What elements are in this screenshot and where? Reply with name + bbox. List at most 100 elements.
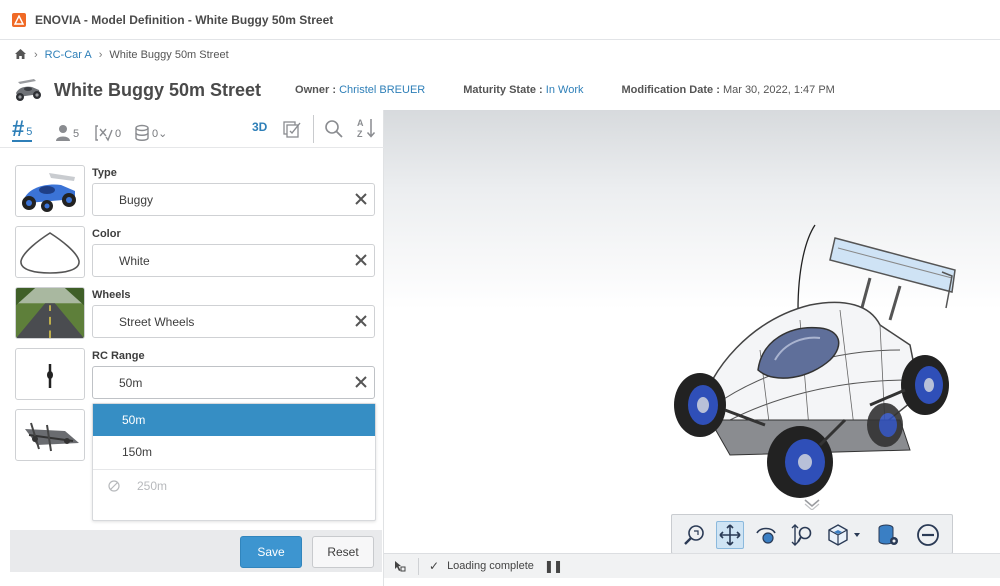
tab-rules[interactable]: 0 bbox=[95, 116, 121, 142]
antenna-image-icon bbox=[47, 364, 53, 388]
breadcrumb: › RC-Car A › White Buggy 50m Street bbox=[14, 46, 229, 64]
wheels-thumbnail[interactable] bbox=[15, 287, 85, 339]
toolbar-divider bbox=[313, 115, 314, 143]
rc-range-field[interactable]: 50m bbox=[92, 366, 375, 399]
color-field[interactable]: White bbox=[92, 244, 375, 277]
wheel-rear-left bbox=[867, 403, 903, 447]
owner-link[interactable]: Christel BREUER bbox=[339, 84, 425, 96]
type-field[interactable]: Buggy bbox=[92, 183, 375, 216]
edit-table-icon[interactable] bbox=[283, 119, 302, 141]
panel-footer: Save Reset bbox=[10, 530, 382, 572]
maturity-state-link[interactable]: In Work bbox=[546, 84, 584, 96]
clear-icon[interactable] bbox=[354, 253, 368, 267]
wheels-value: Street Wheels bbox=[119, 314, 195, 329]
rc-range-dropdown: 50m 150m 250m bbox=[92, 403, 376, 521]
users-count: 5 bbox=[73, 128, 80, 140]
chassis-thumbnail[interactable] bbox=[15, 409, 85, 461]
dropdown-option-150m[interactable]: 150m bbox=[93, 436, 375, 468]
status-message: Loading complete bbox=[447, 560, 534, 572]
rules-count: 0 bbox=[115, 128, 122, 140]
object-header: White Buggy 50m Street Owner : Christel … bbox=[0, 70, 1000, 110]
owner-label: Owner : bbox=[295, 84, 336, 96]
enovia-logo-icon bbox=[12, 12, 26, 27]
dropdown-option-250m: 250m bbox=[93, 470, 375, 502]
zoom-fit-icon[interactable] bbox=[680, 521, 708, 549]
render-settings-icon[interactable] bbox=[874, 521, 902, 549]
status-bar: ✓ Loading complete ❚❚ bbox=[384, 553, 1000, 578]
rc-range-thumbnail[interactable] bbox=[15, 348, 85, 400]
owner-meta: Owner : Christel BREUER bbox=[295, 84, 425, 96]
database-stack-icon bbox=[135, 124, 149, 141]
buggy-icon bbox=[16, 79, 41, 101]
clear-icon[interactable] bbox=[354, 375, 368, 389]
clear-icon[interactable] bbox=[354, 192, 368, 206]
pan-icon[interactable] bbox=[716, 521, 744, 549]
modification-date-meta: Modification Date : Mar 30, 2022, 1:47 P… bbox=[621, 84, 834, 96]
svg-text:Z: Z bbox=[357, 129, 363, 139]
chassis-image-icon bbox=[25, 422, 79, 452]
wheel-front-left bbox=[674, 373, 726, 437]
modification-date-label: Modification Date : bbox=[621, 84, 720, 96]
zoom-icon[interactable] bbox=[788, 521, 816, 549]
disabled-icon bbox=[108, 480, 120, 492]
search-icon[interactable] bbox=[324, 119, 343, 141]
white-shape-icon bbox=[20, 232, 80, 274]
option-disabled-wrapper: 250m bbox=[108, 479, 167, 493]
tab-users[interactable]: 5 bbox=[55, 116, 79, 142]
tab-attributes[interactable]: # 5 bbox=[12, 116, 33, 142]
type-value: Buggy bbox=[119, 192, 154, 207]
wheel-front-right bbox=[767, 426, 833, 498]
title-bar: ENOVIA - Model Definition - White Buggy … bbox=[0, 0, 1000, 40]
attributes-count: 5 bbox=[26, 126, 33, 138]
wheel-rear-right bbox=[901, 355, 949, 415]
check-icon: ✓ bbox=[429, 559, 440, 573]
select-cursor-icon[interactable] bbox=[394, 560, 406, 572]
wheels-label: Wheels bbox=[92, 289, 131, 301]
chevron-down-icon[interactable] bbox=[802, 498, 822, 510]
view-cube-icon[interactable] bbox=[824, 521, 852, 549]
modification-date-value: Mar 30, 2022, 1:47 PM bbox=[722, 84, 835, 96]
maturity-meta: Maturity State : In Work bbox=[463, 84, 583, 96]
save-button[interactable]: Save bbox=[240, 536, 302, 568]
panel-toolbar: # 5 5 0 0 ⌄ 3D AZ bbox=[0, 110, 384, 148]
breadcrumb-separator-icon: › bbox=[34, 49, 38, 61]
maturity-label: Maturity State : bbox=[463, 84, 543, 96]
rotate-icon[interactable] bbox=[752, 521, 780, 549]
3d-viewer[interactable] bbox=[384, 110, 1000, 553]
home-icon[interactable] bbox=[14, 48, 27, 63]
viewer-toolbar bbox=[671, 514, 953, 553]
type-label: Type bbox=[92, 167, 117, 179]
rc-range-label: RC Range bbox=[92, 350, 145, 362]
status-divider bbox=[418, 557, 419, 575]
window-title: ENOVIA - Model Definition - White Buggy … bbox=[35, 12, 334, 27]
color-thumbnail[interactable] bbox=[15, 226, 85, 278]
rc-range-value: 50m bbox=[119, 375, 143, 390]
buggy-image-icon bbox=[22, 173, 76, 212]
svg-text:A: A bbox=[357, 118, 364, 128]
option-label: 50m bbox=[122, 413, 146, 427]
breadcrumb-separator-icon: › bbox=[98, 49, 103, 61]
option-label: 150m bbox=[122, 445, 153, 459]
wheels-field[interactable]: Street Wheels bbox=[92, 305, 375, 338]
chevron-down-icon: ⌄ bbox=[158, 128, 168, 140]
view-3d-button[interactable]: 3D bbox=[252, 120, 267, 134]
reset-button[interactable]: Reset bbox=[312, 536, 374, 568]
buggy-3d-model bbox=[674, 224, 956, 498]
rules-icon bbox=[95, 125, 113, 142]
clear-icon[interactable] bbox=[354, 314, 368, 328]
page-title: White Buggy 50m Street bbox=[54, 79, 262, 100]
street-image-icon bbox=[16, 288, 84, 338]
option-label: 250m bbox=[137, 479, 168, 493]
sort-az-icon[interactable]: AZ bbox=[356, 117, 376, 142]
type-thumbnail[interactable] bbox=[15, 165, 85, 217]
view-dropdown-arrow-icon[interactable] bbox=[852, 521, 862, 549]
color-value: White bbox=[119, 253, 150, 268]
tab-stack[interactable]: 0 ⌄ bbox=[134, 116, 167, 142]
color-label: Color bbox=[92, 228, 121, 240]
breadcrumb-link-rc-car-a[interactable]: RC-Car A bbox=[45, 49, 92, 61]
dropdown-option-50m[interactable]: 50m bbox=[93, 404, 375, 436]
user-icon bbox=[56, 125, 70, 141]
minus-circle-icon[interactable] bbox=[914, 521, 942, 549]
pause-icon[interactable]: ❚❚ bbox=[544, 559, 563, 573]
hash-icon: # bbox=[12, 116, 25, 141]
